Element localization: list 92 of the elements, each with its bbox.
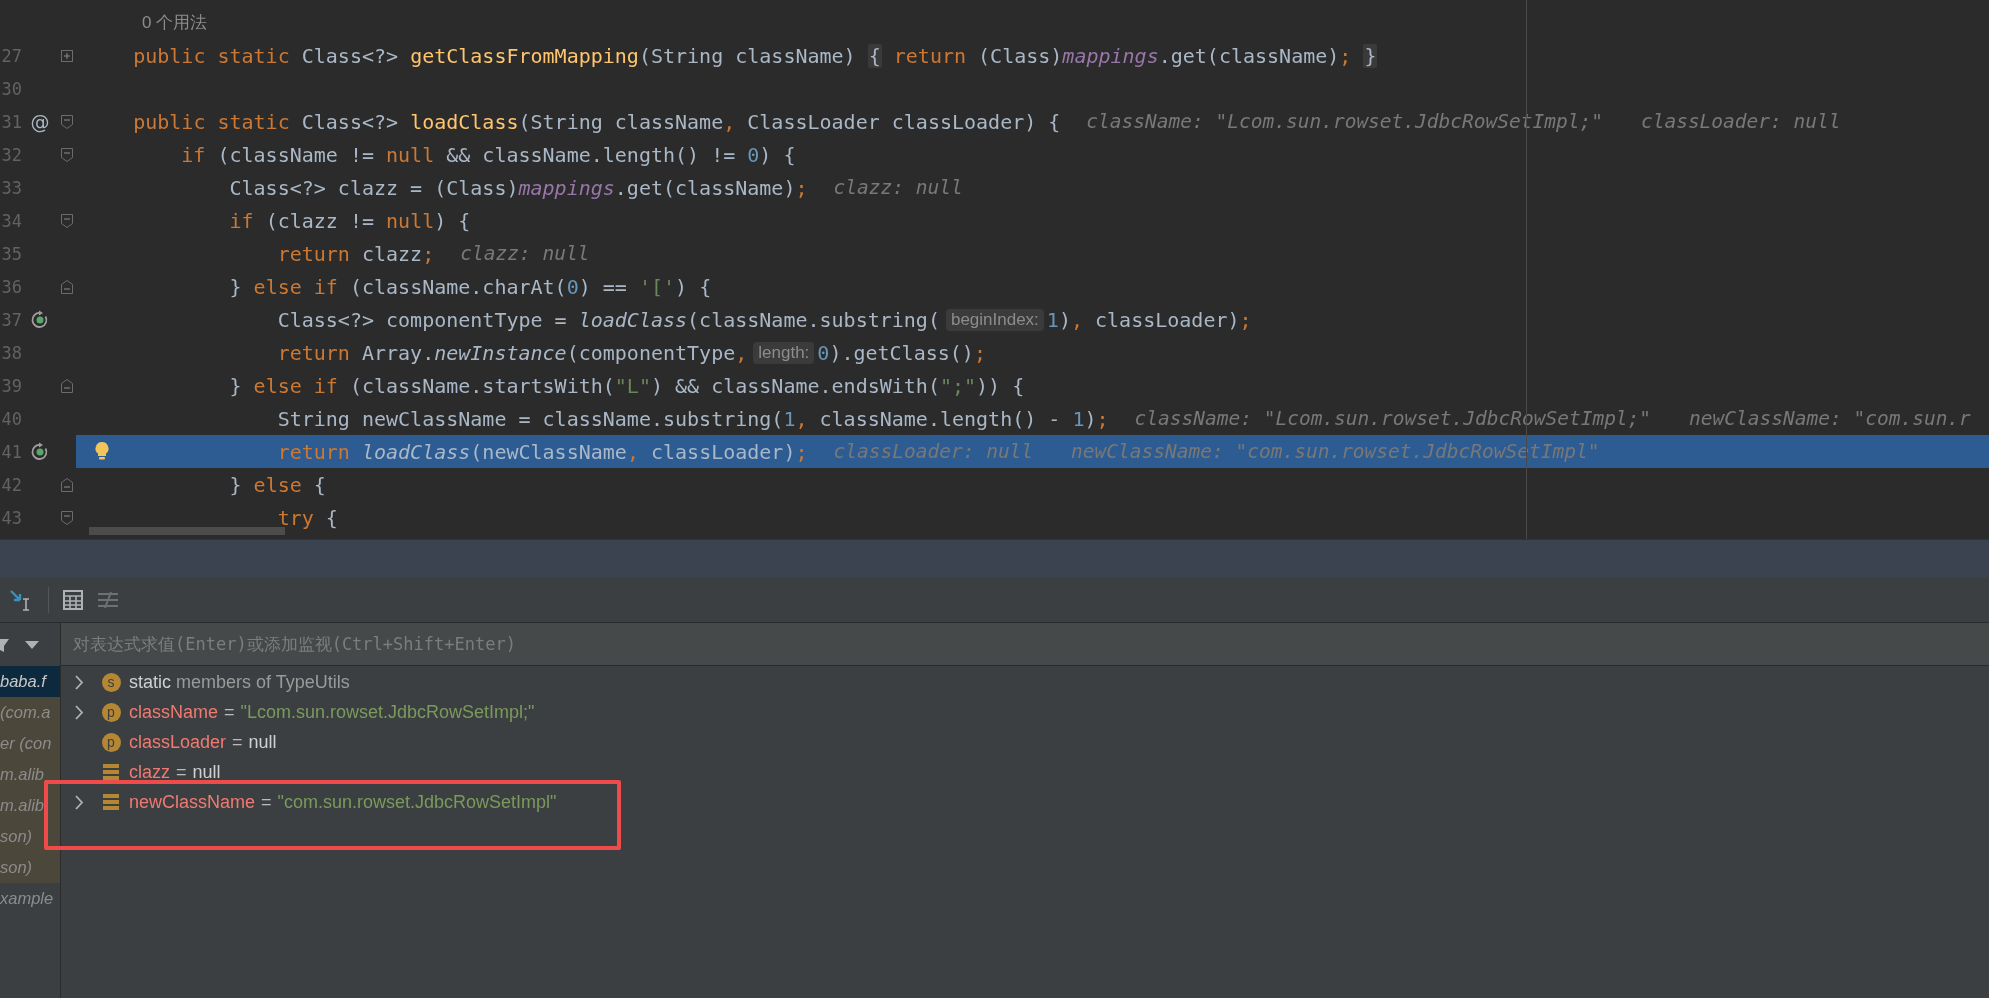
variable-value: null bbox=[248, 731, 277, 753]
expand-chevron-icon[interactable] bbox=[74, 704, 84, 720]
code-text: if (className != null && className.length() != 0) { bbox=[181, 142, 796, 167]
stack-frame[interactable]: son) bbox=[0, 852, 60, 883]
expand-chevron-icon[interactable] bbox=[74, 794, 84, 810]
equals-sign: = bbox=[261, 791, 272, 813]
code-text: public static Class<?> loadClass(String className, ClassLoader classLoader) { bbox=[133, 109, 1061, 134]
expand-chevron-icon[interactable] bbox=[74, 674, 84, 690]
calculator-icon[interactable] bbox=[63, 590, 83, 610]
variable-name: className bbox=[129, 701, 219, 723]
code-text: String newClassName = className.substring(1, className.length() - 1); bbox=[277, 406, 1109, 431]
code-text: return Array.newInstance(componentType, bbox=[277, 340, 748, 365]
equals-sign: = bbox=[224, 701, 235, 723]
line-number: 35 bbox=[0, 243, 22, 264]
expand-fold-icon[interactable] bbox=[61, 49, 73, 62]
line-number: 37 bbox=[0, 309, 22, 330]
variable-name: static bbox=[129, 671, 171, 693]
fold-icon[interactable] bbox=[61, 114, 73, 129]
code-text: Class<?> componentType = loadClass(className.substring( bbox=[277, 307, 940, 332]
inline-value-hint: className: "Lcom.sun.rowset.JdbcRowSetImpl;" bbox=[1134, 407, 1652, 430]
line-number: 27 bbox=[0, 45, 22, 66]
filter-icon[interactable] bbox=[0, 636, 9, 653]
code-text: Class<?> clazz = (Class)mappings.get(className); bbox=[229, 175, 808, 200]
line-number: 30 bbox=[0, 78, 22, 99]
dropdown-caret-icon[interactable] bbox=[25, 640, 39, 649]
fold-icon[interactable] bbox=[61, 477, 73, 492]
line-number: 43 bbox=[0, 507, 22, 528]
stack-frame[interactable]: (com.a bbox=[0, 697, 60, 728]
implementation-marker[interactable]: @ bbox=[30, 110, 50, 133]
line-number: 36 bbox=[0, 276, 22, 297]
inline-value-hint: className: "Lcom.sun.rowset.JdbcRowSetImpl;" bbox=[1086, 110, 1603, 133]
line-number: 31 bbox=[0, 111, 22, 132]
stack-frame[interactable]: m.alib bbox=[0, 790, 60, 821]
line-number: 41 bbox=[0, 441, 22, 462]
variable-value: members of TypeUtils bbox=[176, 671, 350, 693]
fold-icon[interactable] bbox=[61, 378, 73, 393]
code-text: public static Class<?> getClassFromMapping(String className) bbox=[133, 43, 857, 68]
variable-value: null bbox=[192, 761, 221, 783]
code-text: } else if (className.startsWith("L") && className.endsWith(";")) { bbox=[229, 373, 1025, 398]
code-text: return loadClass(newClassName, classLoader); bbox=[277, 439, 808, 464]
code-text: if (clazz != null) { bbox=[229, 208, 471, 233]
line-number: 38 bbox=[0, 342, 22, 363]
folded-code[interactable]: { bbox=[867, 43, 882, 68]
variable-name: newClassName bbox=[129, 791, 256, 813]
list-settings-icon[interactable] bbox=[97, 591, 119, 609]
line-number: 34 bbox=[0, 210, 22, 231]
line-number: 32 bbox=[0, 144, 22, 165]
variable-icon bbox=[102, 793, 120, 811]
stack-frame[interactable]: m.alib bbox=[0, 759, 60, 790]
parameter-hint: beginIndex: bbox=[945, 308, 1044, 331]
usage-count-hint[interactable]: 0 个用法 bbox=[85, 11, 208, 34]
line-number: 42 bbox=[0, 474, 22, 495]
code-text: try { bbox=[277, 505, 338, 530]
folded-code[interactable]: } bbox=[1363, 43, 1378, 68]
inline-value-hint: classLoader: null bbox=[1640, 110, 1841, 133]
evaluate-expression-field[interactable]: 对表达式求值(Enter)或添加监视(Ctrl+Shift+Enter) bbox=[61, 623, 1989, 666]
inline-value-hint: classLoader: null bbox=[833, 440, 1034, 463]
fold-icon[interactable] bbox=[61, 279, 73, 294]
variable-icon bbox=[102, 763, 120, 781]
parameter-badge-icon: p bbox=[101, 732, 121, 752]
line-number: 39 bbox=[0, 375, 22, 396]
scrollbar-thumb[interactable] bbox=[89, 527, 285, 535]
stack-frame[interactable]: xample bbox=[0, 883, 60, 914]
parameter-hint: length: bbox=[753, 341, 815, 364]
stack-frame[interactable]: baba.f bbox=[0, 666, 60, 697]
variable-name: classLoader bbox=[129, 731, 227, 753]
variable-value: "com.sun.rowset.JdbcRowSetImpl" bbox=[277, 791, 557, 813]
fold-icon[interactable] bbox=[61, 147, 73, 162]
inline-value-hint: clazz: null bbox=[833, 176, 963, 199]
inline-value-hint: newClassName: "com.sun.r bbox=[1689, 407, 1971, 430]
reset-frame-icon[interactable] bbox=[30, 309, 50, 330]
variable-name: clazz bbox=[129, 761, 170, 783]
lightbulb-icon[interactable] bbox=[94, 441, 110, 461]
code-text: } else { bbox=[229, 472, 326, 497]
variable-value: "Lcom.sun.rowset.JdbcRowSetImpl;" bbox=[240, 701, 535, 723]
line-number: 33 bbox=[0, 177, 22, 198]
equals-sign: = bbox=[176, 761, 187, 783]
code-text: 1), classLoader); bbox=[1046, 307, 1252, 332]
static-badge-icon: s bbox=[101, 672, 121, 692]
code-text: return (Class)mappings.get(className); bbox=[892, 43, 1353, 68]
code-text: 0).getClass(); bbox=[817, 340, 986, 365]
parameter-badge-icon: p bbox=[101, 702, 121, 722]
code-text: } else if (className.charAt(0) == '[') { bbox=[229, 274, 712, 299]
fold-icon[interactable] bbox=[61, 213, 73, 228]
code-text: return clazz; bbox=[277, 241, 435, 266]
inline-value-hint: clazz: null bbox=[460, 242, 590, 265]
fold-icon[interactable] bbox=[61, 510, 73, 525]
equals-sign: = bbox=[232, 731, 243, 753]
stack-frame[interactable]: er (con bbox=[0, 728, 60, 759]
reset-frame-icon[interactable] bbox=[30, 441, 50, 462]
line-number: 40 bbox=[0, 408, 22, 429]
stack-frame[interactable]: son) bbox=[0, 821, 60, 852]
